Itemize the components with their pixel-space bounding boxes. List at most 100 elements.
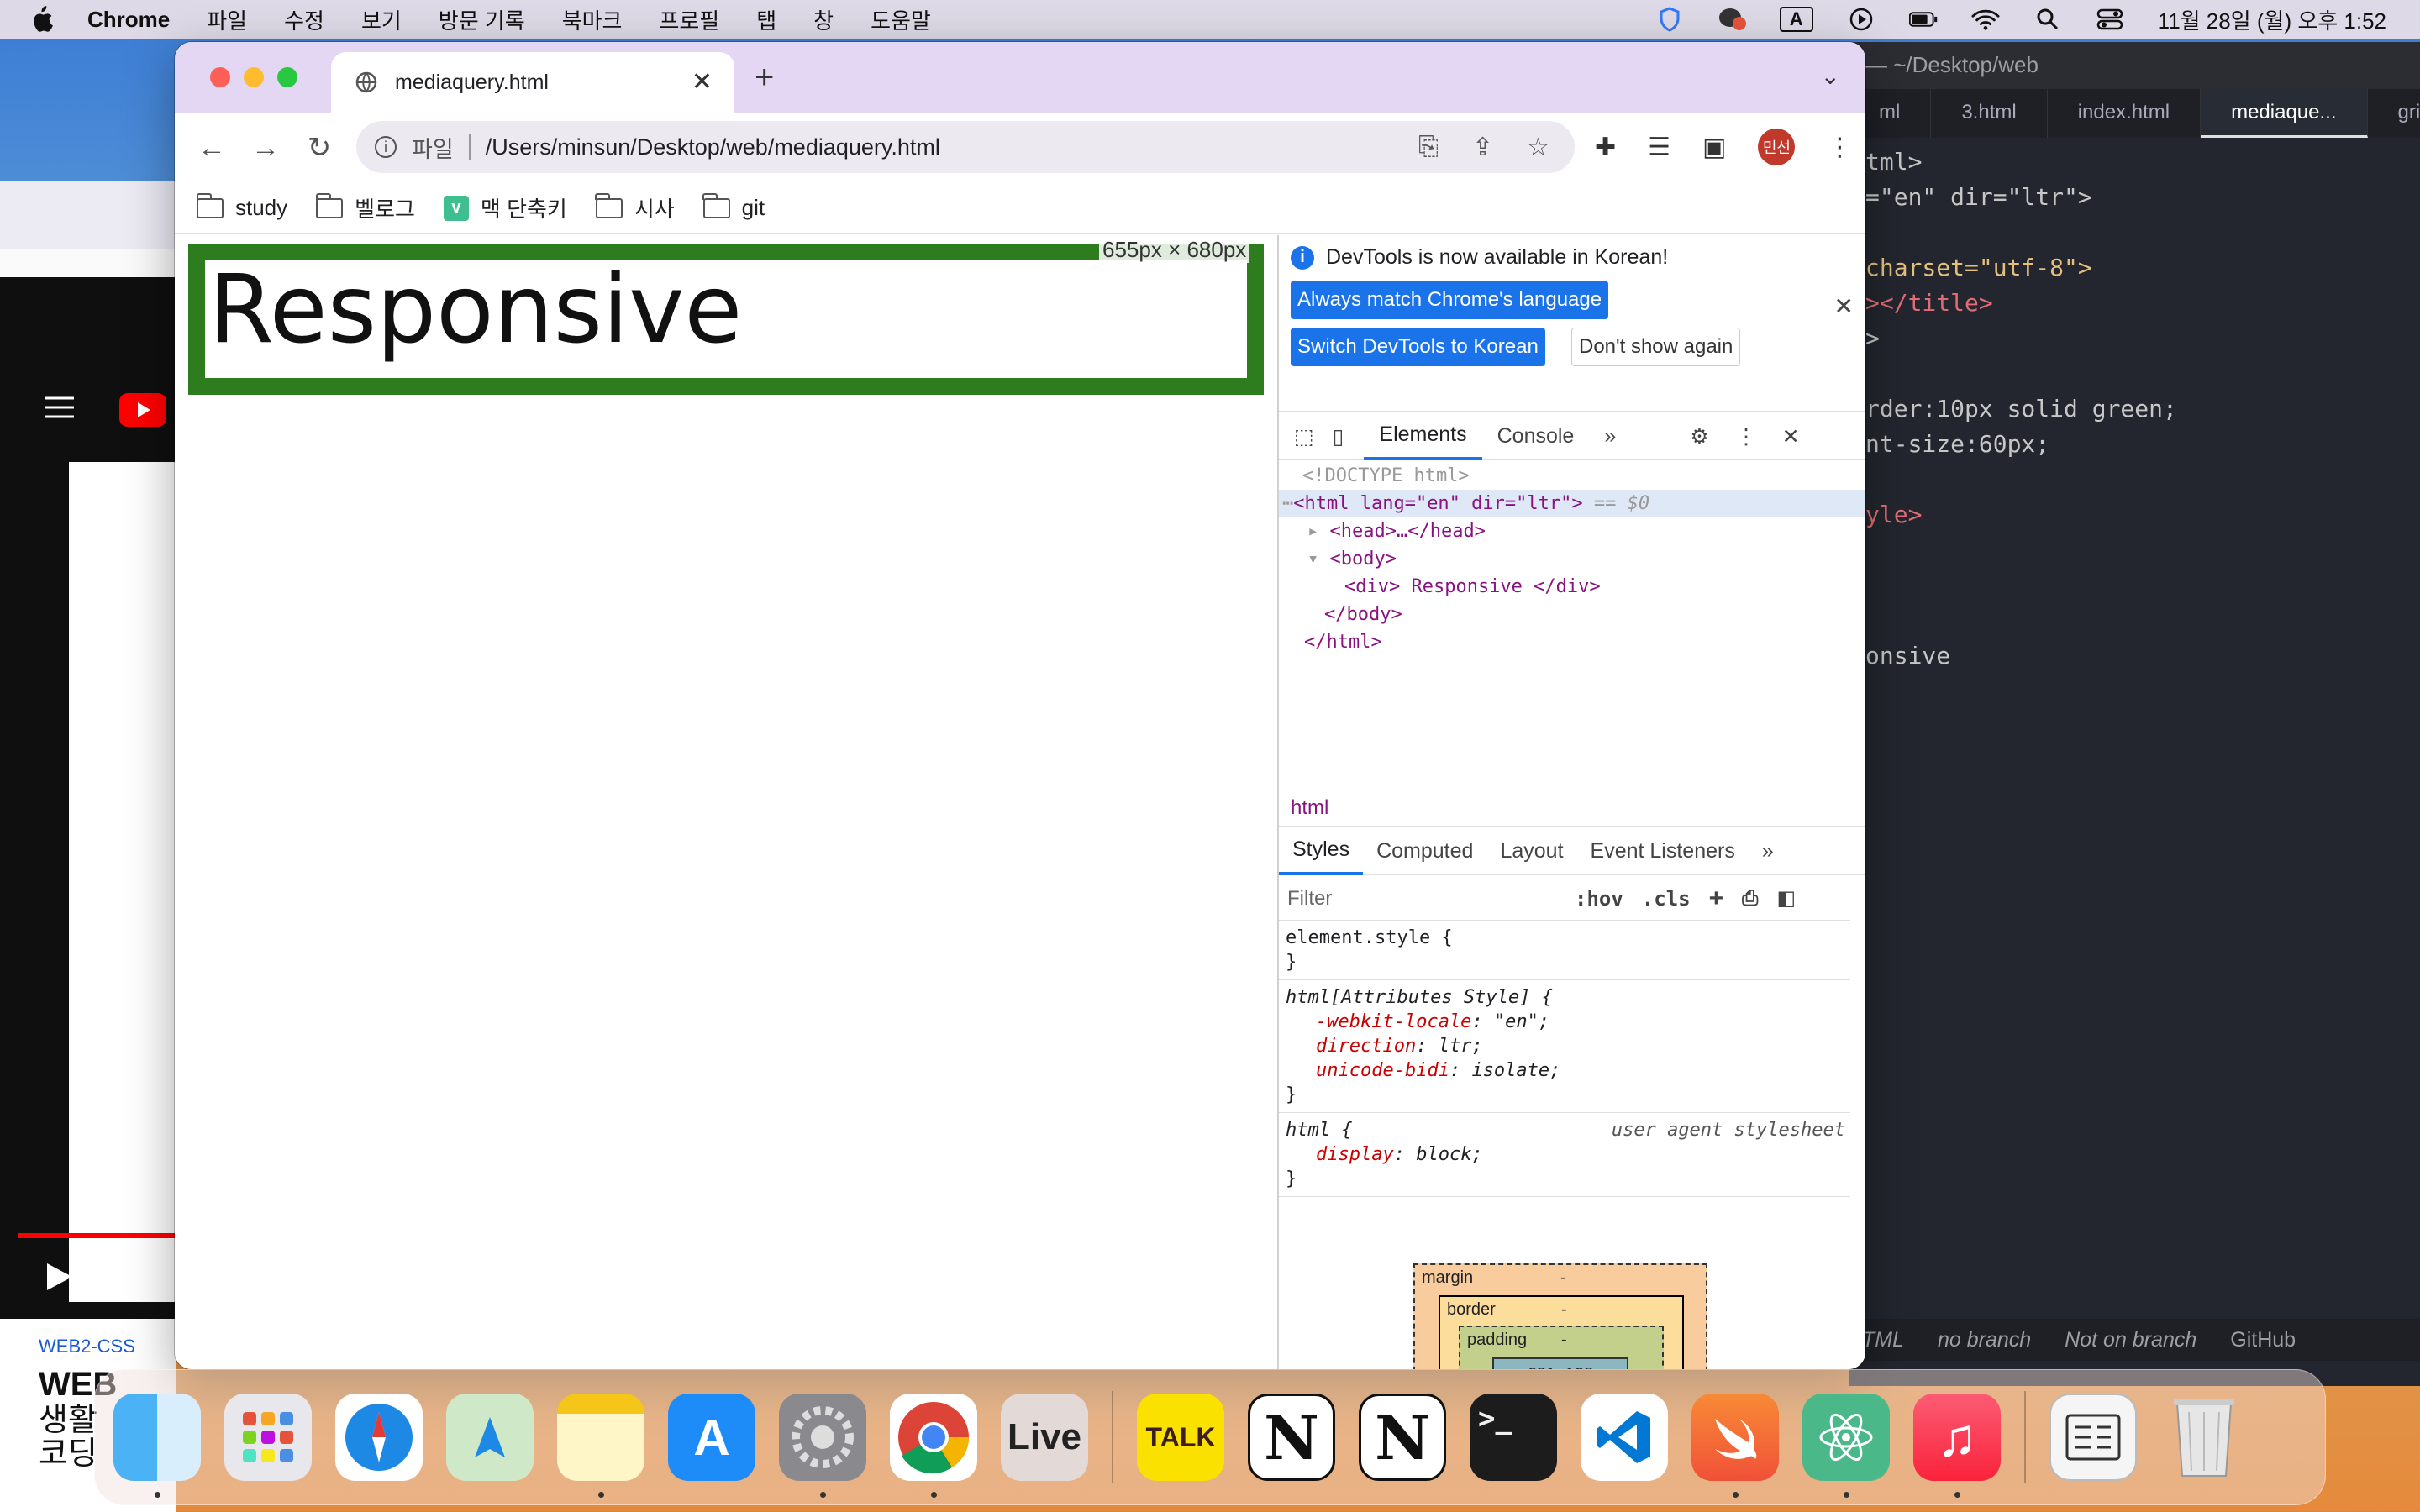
dom-node[interactable]: ▸ <head>…</head> — [1279, 517, 1865, 545]
style-rule[interactable]: element.style { } — [1279, 921, 1850, 980]
reload-button[interactable]: ↻ — [292, 131, 346, 165]
editor-tab[interactable]: index.html — [2048, 89, 2202, 138]
bookmark-item[interactable]: study — [196, 192, 287, 221]
more-menu-icon[interactable]: ⋮ — [1827, 133, 1852, 162]
menu-view[interactable]: 보기 — [361, 4, 402, 35]
tab-console[interactable]: Console — [1482, 413, 1590, 460]
zoom-window-button[interactable] — [277, 67, 297, 87]
status-git[interactable]: Not on branch — [2065, 1328, 2196, 1352]
back-button[interactable]: ← — [185, 132, 239, 165]
settings-gear-icon[interactable]: ⚙ — [1690, 424, 1708, 449]
div-node[interactable]: <div> Responsive </div> — [1279, 573, 1865, 601]
rendering-icon[interactable]: ⎙ — [1742, 887, 1758, 911]
notion-icon[interactable]: N — [1359, 1394, 1446, 1481]
profile-avatar[interactable]: 민선 — [1758, 129, 1796, 165]
editor-code[interactable]: tml> ="en" dir="ltr"> charset="utf-8"> >… — [1849, 138, 2420, 674]
editor-tab[interactable]: 3.html — [1931, 89, 2048, 138]
status-github[interactable]: GitHub — [2230, 1328, 2296, 1352]
menu-help[interactable]: 도움말 — [871, 4, 931, 35]
safari-icon[interactable] — [335, 1394, 423, 1481]
kakaotalk-icon[interactable]: TALK — [1137, 1394, 1224, 1481]
menu-chrome[interactable]: Chrome — [87, 7, 170, 33]
chat-icon[interactable] — [1718, 7, 1746, 32]
dont-show-again-button[interactable]: Don't show again — [1571, 328, 1741, 366]
class-toggle[interactable]: .cls — [1642, 887, 1691, 911]
address-bar[interactable]: i 파일 /Users/minsun/Desktop/web/mediaquer… — [356, 121, 1575, 173]
box-model-margin[interactable]: margin - border - padding - 631×108 — [1413, 1263, 1707, 1369]
close-tab-icon[interactable]: ✕ — [692, 67, 713, 97]
close-devtools-icon[interactable]: ✕ — [1782, 424, 1800, 449]
site-info-icon[interactable]: i — [375, 136, 397, 158]
responsive-div[interactable]: Responsive — [188, 244, 1264, 395]
bookmark-item[interactable]: 벨로그 — [315, 192, 415, 223]
hover-state-toggle[interactable]: :hov — [1575, 887, 1623, 911]
dom-node[interactable]: <!DOCTYPE html> — [1279, 462, 1865, 490]
vscode-icon[interactable] — [1581, 1394, 1668, 1481]
trash-icon[interactable] — [2160, 1394, 2248, 1481]
new-rule-icon[interactable]: + — [1709, 885, 1724, 913]
tab-elements[interactable]: Elements — [1364, 413, 1482, 460]
notion-icon[interactable]: N — [1248, 1394, 1335, 1481]
dom-node-selected[interactable]: ⋯<html lang="en" dir="ltr"> == $0 — [1279, 490, 1865, 517]
url-text[interactable]: /Users/minsun/Desktop/web/mediaquery.htm… — [486, 134, 940, 160]
menu-bookmarks[interactable]: 북마크 — [562, 4, 623, 35]
box-model-content[interactable]: 631×108 — [1492, 1357, 1628, 1369]
body-close-node[interactable]: </body> — [1279, 601, 1865, 628]
minimize-window-button[interactable] — [244, 67, 264, 87]
atom-icon[interactable] — [1802, 1394, 1890, 1498]
inspect-element-icon[interactable]: ⬚ — [1294, 424, 1314, 449]
tab-computed[interactable]: Computed — [1363, 828, 1486, 875]
close-notice-icon[interactable]: ✕ — [1834, 292, 1854, 320]
browser-tab[interactable]: mediaquery.html ✕ — [331, 52, 734, 113]
app-store-icon[interactable]: A — [668, 1394, 755, 1481]
more-subtabs-icon[interactable]: » — [1749, 828, 1787, 875]
tab-event-listeners[interactable]: Event Listeners — [1577, 828, 1749, 875]
live-icon[interactable]: Live — [1001, 1394, 1088, 1481]
reading-list-icon[interactable]: ☰ — [1648, 133, 1670, 162]
apple-icon[interactable] — [29, 5, 54, 34]
page-viewport[interactable]: Responsive 655px × 680px — [175, 235, 1276, 1369]
launchpad-icon[interactable] — [224, 1394, 312, 1481]
system-settings-icon[interactable] — [779, 1394, 866, 1498]
swift-icon[interactable] — [1691, 1394, 1779, 1498]
always-match-language-button[interactable]: Always match Chrome's language — [1291, 281, 1609, 319]
dom-node[interactable]: ▾ <body> — [1279, 545, 1865, 573]
notes-icon[interactable] — [557, 1394, 644, 1498]
side-panel-icon[interactable]: ▣ — [1702, 133, 1726, 162]
new-tab-button[interactable]: + — [755, 59, 774, 97]
toggle-sidebar-icon[interactable]: ◧ — [1776, 886, 1796, 911]
css-property[interactable]: display: block; — [1286, 1142, 1844, 1167]
css-property[interactable]: -webkit-locale: "en"; — [1286, 1010, 1844, 1034]
wifi-icon[interactable] — [1971, 7, 2000, 32]
menu-edit[interactable]: 수정 — [284, 4, 324, 35]
menu-tab[interactable]: 탭 — [756, 4, 776, 35]
tab-styles[interactable]: Styles — [1279, 828, 1364, 875]
style-rule[interactable]: html[Attributes Style] { -webkit-locale:… — [1279, 980, 1850, 1113]
terminal-icon[interactable]: >_ — [1470, 1394, 1557, 1481]
bookmark-star-icon[interactable]: ☆ — [1527, 133, 1549, 162]
devtools-menu-icon[interactable]: ⋮ — [1736, 424, 1757, 449]
translate-icon[interactable]: ⎘ — [1418, 133, 1439, 162]
menu-profile[interactable]: 프로필 — [659, 4, 719, 35]
bookmark-item[interactable]: v 맥 단축키 — [443, 192, 567, 223]
tab-layout[interactable]: Layout — [1486, 828, 1576, 875]
extensions-puzzle-icon[interactable]: ✚ — [1595, 133, 1616, 162]
box-model-border[interactable]: border - padding - 631×108 — [1439, 1295, 1684, 1369]
menu-window[interactable]: 창 — [813, 4, 834, 35]
finder-icon[interactable] — [113, 1394, 201, 1498]
clock[interactable]: 11월 28일 (월) 오후 1:52 — [2158, 4, 2386, 35]
preview-icon[interactable] — [2049, 1394, 2137, 1481]
html-close-node[interactable]: </html> — [1279, 628, 1865, 656]
more-tabs-icon[interactable]: » — [1589, 413, 1631, 460]
style-rule[interactable]: html { user agent stylesheet display: bl… — [1279, 1113, 1850, 1197]
share-icon[interactable]: ⇪ — [1472, 133, 1493, 162]
play-circle-icon[interactable] — [1847, 7, 1876, 32]
switch-to-korean-button[interactable]: Switch DevTools to Korean — [1291, 328, 1545, 366]
music-icon[interactable]: ♫ — [1913, 1394, 2001, 1498]
battery-icon[interactable] — [1908, 7, 1938, 32]
shield-icon[interactable] — [1655, 7, 1684, 32]
css-property[interactable]: unicode-bidi: isolate; — [1286, 1058, 1844, 1083]
status-grammar[interactable]: TML — [1862, 1328, 1904, 1352]
editor-tab-active[interactable]: mediaque... — [2201, 89, 2368, 138]
menu-file[interactable]: 파일 — [207, 4, 247, 35]
